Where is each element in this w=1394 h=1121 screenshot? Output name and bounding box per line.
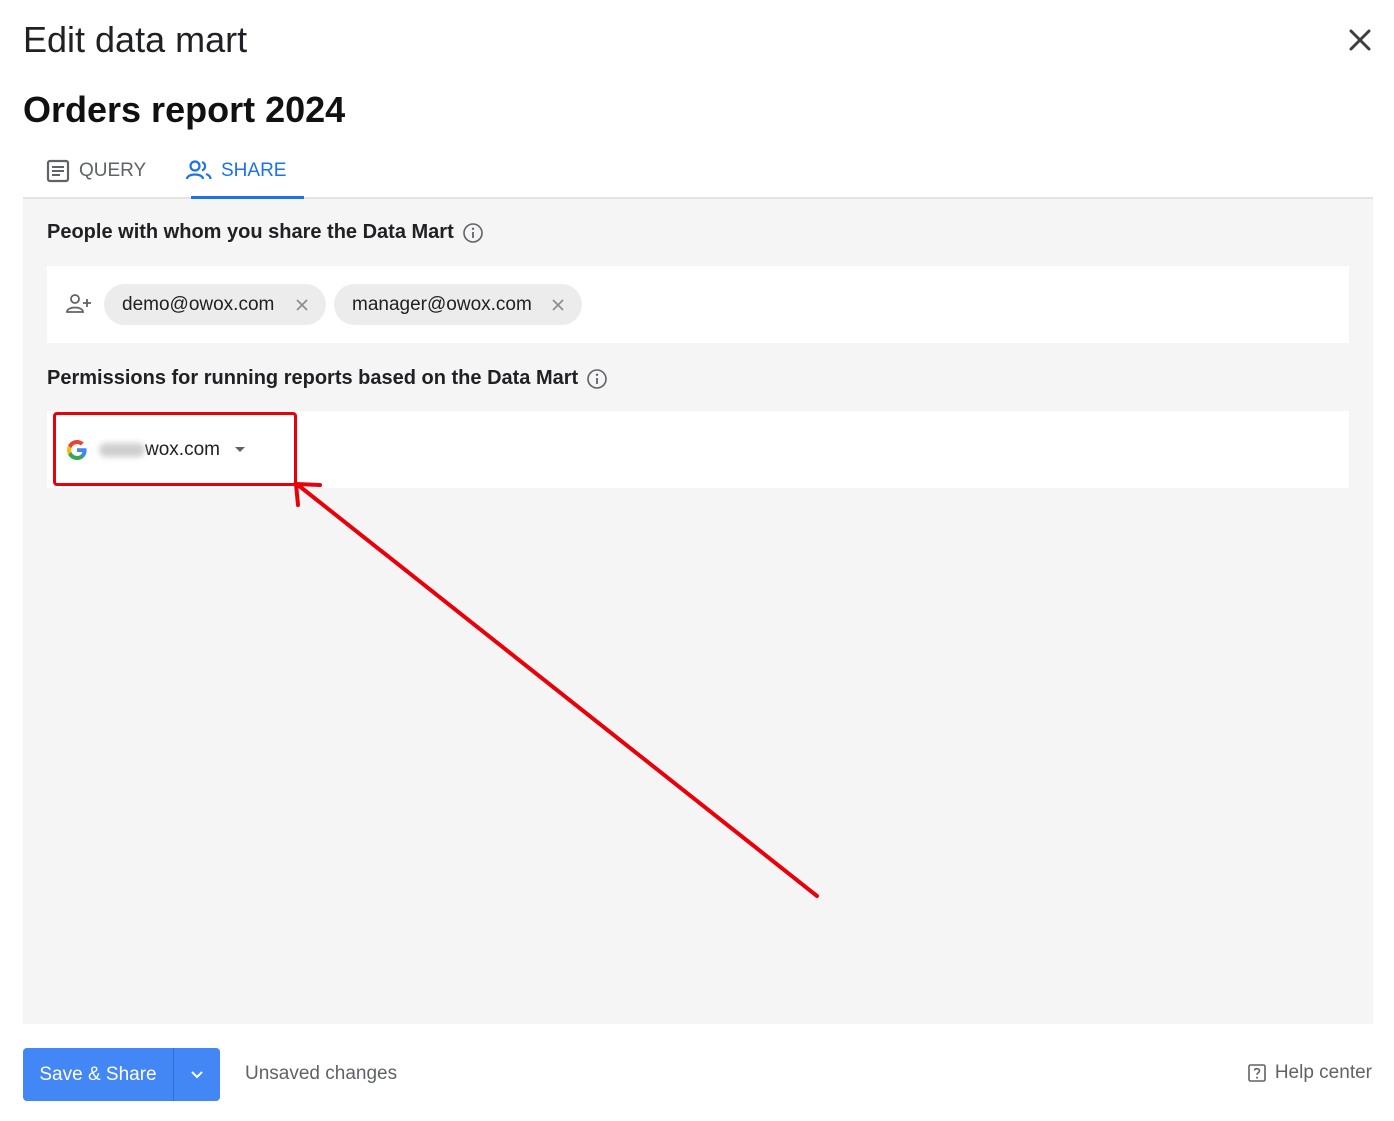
remove-chip-icon[interactable] bbox=[548, 295, 568, 315]
person-chip-email: demo@owox.com bbox=[122, 293, 275, 315]
permissions-label-text: Permissions for running reports based on… bbox=[47, 367, 579, 389]
chevron-down-icon bbox=[191, 1070, 203, 1078]
footer: Save & Share Unsaved changes Help center bbox=[0, 1024, 1394, 1121]
add-person-icon[interactable] bbox=[65, 292, 93, 316]
tab-query-label: QUERY bbox=[79, 159, 147, 181]
dialog-title: Edit data mart bbox=[23, 19, 248, 60]
help-center-label: Help center bbox=[1274, 1062, 1372, 1083]
unsaved-status: Unsaved changes bbox=[245, 1063, 398, 1084]
data-mart-name: Orders report 2024 bbox=[23, 89, 346, 130]
person-chip[interactable]: demo@owox.com bbox=[104, 284, 326, 325]
info-icon[interactable] bbox=[462, 222, 484, 244]
tab-bar: QUERY SHARE bbox=[23, 144, 1373, 199]
highlight-box bbox=[53, 412, 297, 486]
people-icon bbox=[185, 159, 212, 179]
document-icon bbox=[46, 159, 70, 182]
permissions-section-label: Permissions for running reports based on… bbox=[47, 367, 608, 390]
save-button-group: Save & Share bbox=[23, 1048, 220, 1101]
remove-chip-icon[interactable] bbox=[292, 295, 312, 315]
people-section-label: People with whom you share the Data Mart bbox=[47, 221, 484, 244]
close-button[interactable] bbox=[1342, 22, 1378, 58]
info-icon[interactable] bbox=[586, 368, 608, 390]
person-chip[interactable]: manager@owox.com bbox=[334, 284, 582, 325]
share-panel: People with whom you share the Data Mart… bbox=[23, 199, 1373, 1024]
help-center-link[interactable]: Help center bbox=[1247, 1062, 1372, 1084]
person-chip-email: manager@owox.com bbox=[352, 293, 532, 315]
help-icon bbox=[1248, 1064, 1266, 1082]
save-options-button[interactable] bbox=[173, 1048, 220, 1101]
tab-share-label: SHARE bbox=[221, 159, 287, 181]
tab-share[interactable]: SHARE bbox=[185, 144, 305, 199]
people-field[interactable]: demo@owox.com manager@owox.com bbox=[47, 266, 1349, 343]
close-icon bbox=[1349, 29, 1371, 51]
tab-query[interactable]: QUERY bbox=[45, 144, 146, 197]
people-label-text: People with whom you share the Data Mart bbox=[47, 221, 454, 243]
save-share-button[interactable]: Save & Share bbox=[23, 1048, 173, 1101]
